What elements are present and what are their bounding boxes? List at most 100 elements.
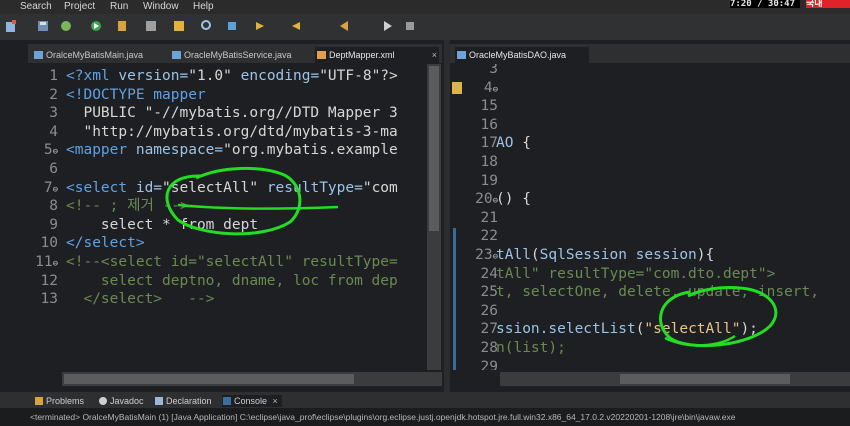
h-scroll-thumb[interactable] xyxy=(620,374,790,384)
h-scroll-thumb[interactable] xyxy=(64,374,354,384)
line-number: 5⊖ xyxy=(43,142,58,159)
code-token: <!--<select id="selectAll" resultType= xyxy=(66,254,398,270)
line-number: 10 xyxy=(40,235,58,252)
code-token: AO xyxy=(496,135,523,152)
line-number: 26 xyxy=(480,302,498,319)
marker-icon[interactable] xyxy=(228,22,236,30)
code-token: ); xyxy=(740,321,758,338)
java-file-icon xyxy=(457,51,466,59)
menu-help[interactable]: Help xyxy=(193,1,214,12)
prev-annotation-icon[interactable] xyxy=(292,22,300,30)
tab-declaration[interactable]: Declaration xyxy=(154,395,212,407)
pencil-icon[interactable] xyxy=(174,21,184,31)
code-line: () { xyxy=(496,190,531,208)
code-token: select deptno, dname, loc from dep xyxy=(66,272,398,289)
close-icon[interactable]: × xyxy=(273,396,278,406)
tab-oralcemybatismain[interactable]: OralceMyBatisMain.java xyxy=(32,47,172,63)
code-line: <!-- ; 제거 --> xyxy=(66,197,189,215)
console-icon xyxy=(223,397,231,405)
left-code-editor[interactable]: 1 2 3 4 5⊖ 6 7⊖ 8 9 10 11⊖ 12 13 <?xml version="1.0"… xyxy=(28,64,442,370)
code-token: "http://mybatis.org/dtd/mybatis-3-ma xyxy=(66,123,398,140)
tab-oraclemybatisservice[interactable]: OracleMyBatisService.java xyxy=(170,47,316,63)
fold-toggle-icon[interactable]: ⊖ xyxy=(53,147,58,157)
menu-window[interactable]: Window xyxy=(143,1,179,12)
quick-assist-icon[interactable] xyxy=(452,82,462,94)
tab-label: Javadoc xyxy=(110,396,144,406)
code-line: <!DOCTYPE mapper xyxy=(66,86,206,104)
close-icon[interactable]: × xyxy=(432,47,437,63)
code-line: select * from dept xyxy=(66,216,258,234)
change-marker-bar xyxy=(453,228,456,370)
line-number: 13 xyxy=(40,291,58,308)
debug-icon[interactable] xyxy=(61,21,71,31)
code-line: PUBLIC "-//mybatis.org//DTD Mapper 3 xyxy=(66,104,398,122)
save-icon[interactable] xyxy=(38,21,48,31)
menu-bar: Search Project Run Window Help xyxy=(0,0,850,14)
tab-label: Declaration xyxy=(166,396,212,406)
refactor-icon[interactable] xyxy=(146,21,156,31)
tab-console[interactable]: Console × xyxy=(222,395,282,407)
code-token: id= xyxy=(135,179,163,196)
code-token: SqlSession session xyxy=(539,247,697,263)
java-file-icon xyxy=(34,51,43,59)
pin-icon[interactable] xyxy=(406,22,414,30)
line-number: 29 xyxy=(480,358,498,370)
next-annotation-icon[interactable] xyxy=(256,22,264,30)
code-line: <mapper namespace="org.mybatis.example xyxy=(66,141,398,159)
line-number: 16 xyxy=(480,116,498,133)
code-line: t, selectOne, delete, update, insert, xyxy=(496,283,819,301)
tab-label: OracleMyBatisService.java xyxy=(184,50,292,60)
tab-problems[interactable]: Problems xyxy=(34,395,84,407)
code-token: () { xyxy=(496,191,531,208)
line-number: 4⊖ xyxy=(483,79,498,96)
code-line: <?xml version="1.0" encoding="UTF-8"?> xyxy=(66,67,398,85)
code-token: namespace= xyxy=(135,142,224,159)
tab-deptmapper[interactable]: DeptMapper.xml × xyxy=(315,47,439,63)
scroll-thumb[interactable] xyxy=(429,66,439,231)
code-token: <!-- ; 제거 --> xyxy=(66,198,189,215)
fold-toggle-icon[interactable]: ⊖ xyxy=(53,259,58,269)
menu-search[interactable]: Search xyxy=(20,1,52,12)
code-token: <?xml xyxy=(66,68,119,84)
code-token: { xyxy=(705,247,715,263)
right-code-editor[interactable]: 3 4⊖ 15 16 17 18 19 20⊖ 21 22 23⊖ 24 25 26 27 28 29 AO {… xyxy=(450,64,850,370)
code-token: "selectAll" xyxy=(644,321,741,338)
line-number: 25 xyxy=(480,284,498,301)
code-token: ssion.selectList xyxy=(496,321,636,338)
line-number: 17 xyxy=(480,135,498,152)
fold-toggle-icon[interactable]: ⊖ xyxy=(493,85,498,95)
code-token: </select> --> xyxy=(66,291,215,308)
line-number: 4 xyxy=(49,123,58,140)
tab-javadoc[interactable]: Javadoc xyxy=(98,395,144,407)
menu-project[interactable]: Project xyxy=(64,1,95,12)
code-token: PUBLIC "-//mybatis.org//DTD Mapper 3 xyxy=(66,105,398,122)
code-token: <select xyxy=(66,179,136,196)
code-line: tAll" resultType="com.dto.dept"> xyxy=(496,265,775,283)
console-status-line: <terminated> OralceMyBatisMain (1) [Java… xyxy=(0,408,850,426)
code-line: "http://mybatis.org/dtd/mybatis-3-ma xyxy=(66,123,398,141)
tab-label: DeptMapper.xml xyxy=(329,50,395,60)
line-number: 15 xyxy=(480,98,498,115)
line-number: 9 xyxy=(49,216,58,233)
line-number: 1 xyxy=(49,68,58,84)
line-number: 28 xyxy=(480,340,498,356)
tab-oraclemybatisdao[interactable]: OracleMyBatisDAO.java xyxy=(455,47,589,63)
run-icon[interactable] xyxy=(91,21,101,31)
video-label-overlay: 국내 xyxy=(806,0,850,9)
code-line: <!--<select id="selectAll" resultType= xyxy=(66,253,398,271)
line-number: 8 xyxy=(49,198,58,215)
java-file-icon xyxy=(172,51,181,59)
code-token: version= xyxy=(118,68,189,84)
fold-toggle-icon[interactable]: ⊖ xyxy=(53,185,58,195)
forward-icon[interactable] xyxy=(384,21,392,31)
tab-label: OracleMyBatisDAO.java xyxy=(469,50,567,60)
brush-icon[interactable] xyxy=(118,21,126,31)
back-icon[interactable] xyxy=(340,21,348,31)
code-token: t, selectOne, delete, update, insert, xyxy=(496,284,820,301)
tab-label: Console xyxy=(234,396,268,406)
code-token: select * from dept xyxy=(66,216,259,233)
menu-run[interactable]: Run xyxy=(110,1,128,12)
code-line: <select id="selectAll" resultType="com xyxy=(66,179,398,197)
new-icon[interactable] xyxy=(6,20,16,32)
search-icon[interactable] xyxy=(201,20,211,30)
